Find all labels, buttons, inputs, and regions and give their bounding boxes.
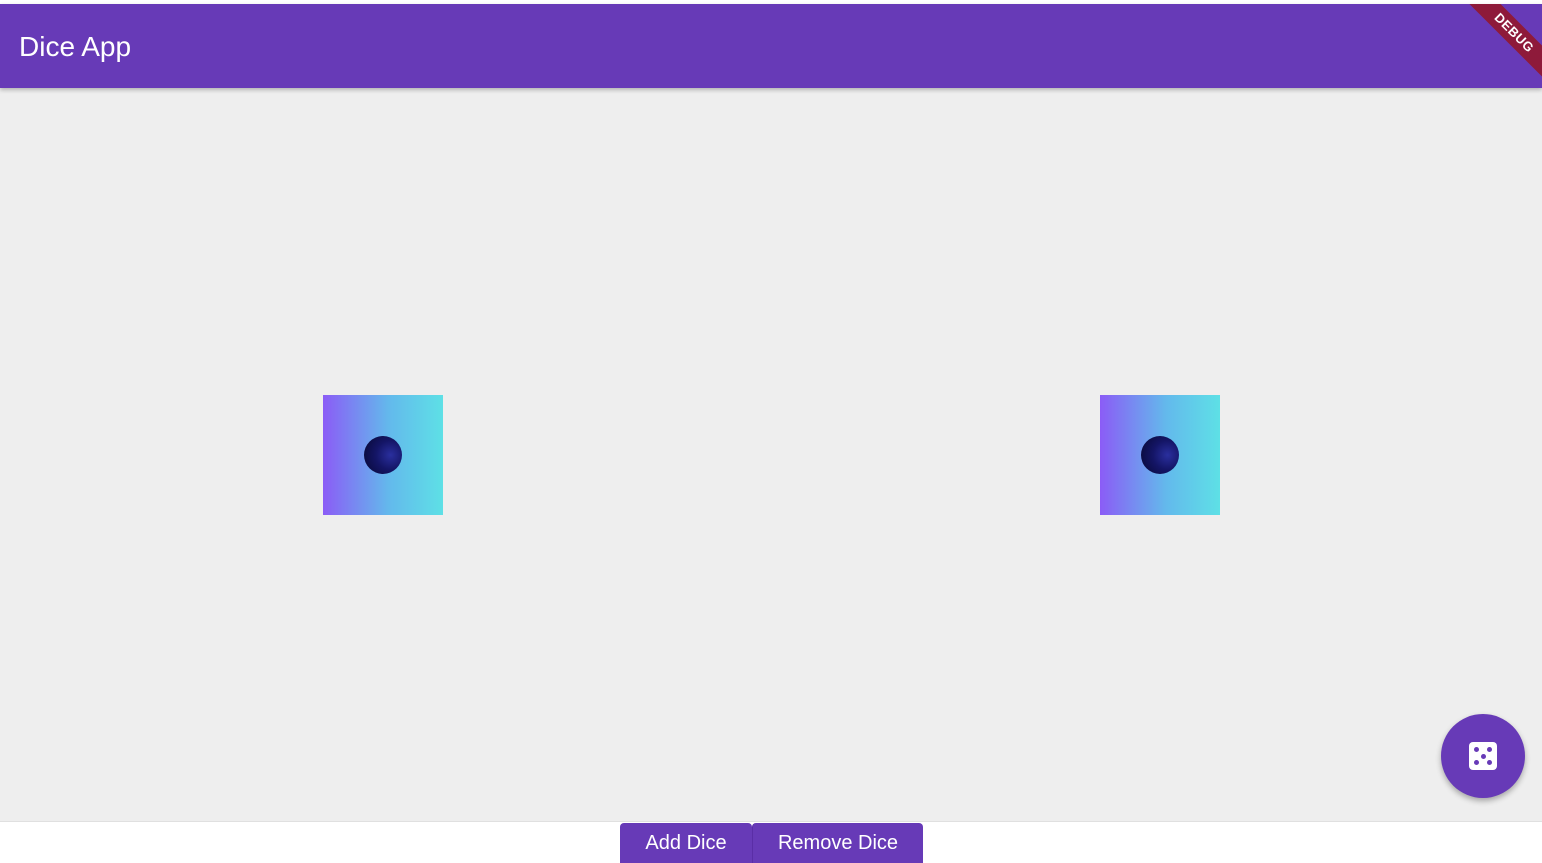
app-title: Dice App — [19, 31, 132, 62]
dice-icon — [1469, 742, 1497, 770]
die-pip — [1141, 436, 1179, 474]
dice-area — [0, 88, 1542, 821]
add-dice-button[interactable]: Add Dice — [620, 823, 752, 863]
bottom-action-bar: Add Dice Remove Dice — [0, 821, 1542, 863]
die-1 — [323, 395, 443, 515]
remove-dice-button[interactable]: Remove Dice — [752, 823, 923, 863]
die-pip — [364, 436, 402, 474]
die-2 — [1100, 395, 1220, 515]
roll-dice-fab[interactable] — [1441, 714, 1525, 798]
app-bar: Dice App — [0, 4, 1542, 88]
